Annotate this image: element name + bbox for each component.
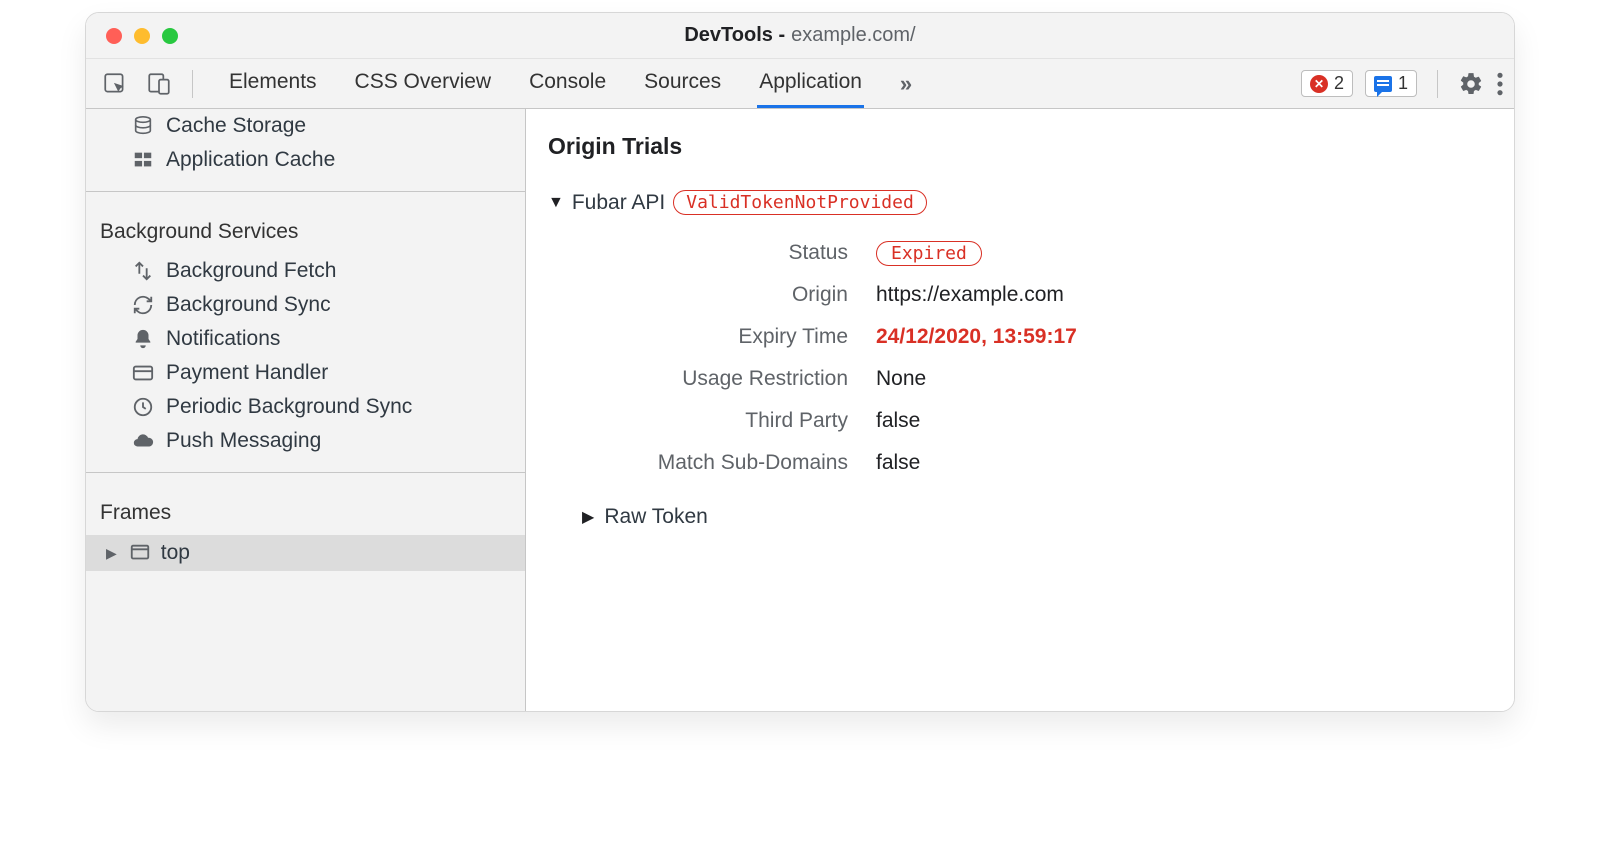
value-match-subdomains: false (876, 451, 1484, 475)
frame-icon (129, 542, 151, 564)
title-url: example.com/ (791, 24, 916, 47)
sidebar-item-label: Payment Handler (166, 361, 328, 385)
sidebar-item-label: Background Sync (166, 293, 331, 317)
database-icon (132, 115, 154, 137)
label-usage: Usage Restriction (606, 367, 876, 391)
fullscreen-icon[interactable] (162, 28, 178, 44)
sidebar-item-label: Notifications (166, 327, 280, 351)
sidebar-item-label: Periodic Background Sync (166, 395, 412, 419)
value-third-party: false (876, 409, 1484, 433)
label-match-subdomains: Match Sub-Domains (606, 451, 876, 475)
titlebar: DevTools - example.com/ (86, 13, 1514, 59)
minimize-icon[interactable] (134, 28, 150, 44)
sidebar-group-frames: Frames (86, 487, 525, 535)
trial-status-badge: ValidTokenNotProvided (673, 190, 927, 215)
label-origin: Origin (606, 283, 876, 307)
sidebar-item-frame-top[interactable]: ▶ top (86, 535, 525, 571)
sidebar-item-background-sync[interactable]: Background Sync (86, 288, 525, 322)
value-expiry: 24/12/2020, 13:59:17 (876, 325, 1484, 349)
value-usage: None (876, 367, 1484, 391)
toolbar-separator (1437, 70, 1438, 98)
tab-elements[interactable]: Elements (227, 59, 319, 108)
label-expiry: Expiry Time (606, 325, 876, 349)
sidebar-item-application-cache[interactable]: Application Cache (86, 143, 525, 177)
settings-icon[interactable] (1458, 71, 1484, 97)
sidebar-item-label: Cache Storage (166, 114, 306, 138)
sidebar-item-push-messaging[interactable]: Push Messaging (86, 424, 525, 458)
bell-icon (132, 328, 154, 350)
status-badge: Expired (876, 241, 982, 266)
application-sidebar: Cache Storage Application Cache Backgrou… (86, 109, 526, 711)
tab-console[interactable]: Console (527, 59, 608, 108)
panel-tabs: Elements CSS Overview Console Sources Ap… (227, 59, 864, 108)
devtools-window: DevTools - example.com/ Elements (85, 12, 1515, 712)
more-tabs-icon[interactable]: » (900, 71, 912, 97)
error-count: 2 (1334, 73, 1344, 94)
transfer-icon (132, 260, 154, 282)
sidebar-item-payment-handler[interactable]: Payment Handler (86, 356, 525, 390)
raw-token-row[interactable]: ▶ Raw Token (582, 505, 1484, 529)
messages-icon (1374, 76, 1392, 92)
label-third-party: Third Party (606, 409, 876, 433)
page-title: Origin Trials (548, 133, 1484, 160)
chevron-right-icon: ▶ (106, 545, 117, 562)
sidebar-item-label: Push Messaging (166, 429, 321, 453)
sidebar-divider (86, 472, 525, 473)
sidebar-item-notifications[interactable]: Notifications (86, 322, 525, 356)
tab-application[interactable]: Application (757, 59, 864, 108)
inspect-icon[interactable] (96, 67, 134, 101)
trial-details: Status Expired Origin https://example.co… (606, 241, 1484, 475)
sidebar-divider (86, 191, 525, 192)
sidebar-item-periodic-bg-sync[interactable]: Periodic Background Sync (86, 390, 525, 424)
raw-token-label: Raw Token (604, 505, 708, 529)
origin-trial-row[interactable]: ▼ Fubar API ValidTokenNotProvided (548, 190, 1484, 215)
sidebar-group-background-services: Background Services (86, 206, 525, 254)
messages-count: 1 (1398, 73, 1408, 94)
devtools-toolbar: Elements CSS Overview Console Sources Ap… (86, 59, 1514, 109)
clock-icon (132, 396, 154, 418)
sync-icon (132, 294, 154, 316)
grid-icon (132, 149, 154, 171)
sidebar-item-label: Background Fetch (166, 259, 336, 283)
cloud-icon (132, 430, 154, 452)
error-count-badge[interactable]: ✕ 2 (1301, 70, 1353, 97)
close-icon[interactable] (106, 28, 122, 44)
tab-css-overview[interactable]: CSS Overview (353, 59, 494, 108)
chevron-right-icon: ▶ (582, 507, 594, 527)
sidebar-item-background-fetch[interactable]: Background Fetch (86, 254, 525, 288)
value-origin: https://example.com (876, 283, 1484, 307)
title-app: DevTools - (684, 24, 785, 47)
trial-name: Fubar API (572, 191, 665, 215)
toolbar-separator (192, 70, 193, 98)
sidebar-item-label: Application Cache (166, 148, 335, 172)
kebab-menu-icon[interactable] (1496, 71, 1504, 97)
error-icon: ✕ (1310, 75, 1328, 93)
main-content: Origin Trials ▼ Fubar API ValidTokenNotP… (526, 109, 1514, 711)
value-status: Expired (876, 241, 1484, 265)
messages-count-badge[interactable]: 1 (1365, 70, 1417, 97)
sidebar-item-cache-storage[interactable]: Cache Storage (86, 109, 525, 143)
window-controls (106, 28, 178, 44)
chevron-down-icon: ▼ (548, 194, 564, 212)
credit-card-icon (132, 362, 154, 384)
frame-label: top (161, 541, 190, 565)
tab-sources[interactable]: Sources (642, 59, 723, 108)
window-title: DevTools - example.com/ (86, 24, 1514, 47)
device-toggle-icon[interactable] (140, 67, 178, 101)
label-status: Status (606, 241, 876, 265)
